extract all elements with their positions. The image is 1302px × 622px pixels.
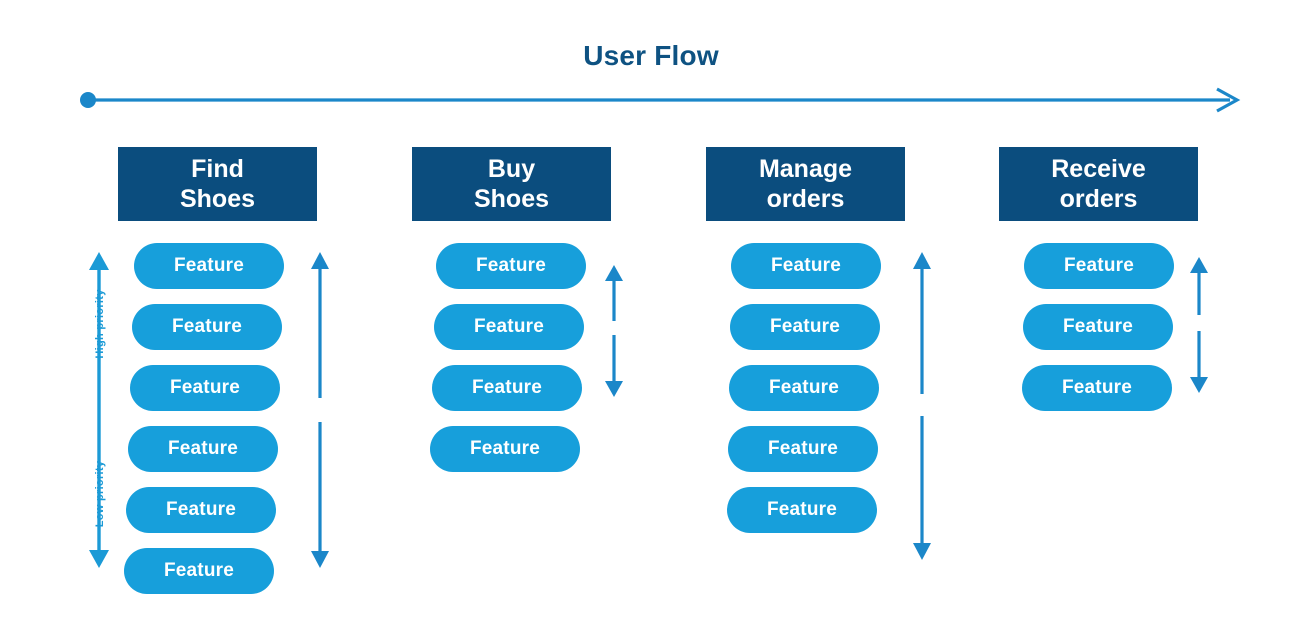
feature-pill-label: Feature [770,255,842,276]
feature-pill-label: Feature [475,255,547,276]
feature-pill[interactable]: Feature [729,365,879,411]
priority-label-high: High priority [94,289,106,359]
stage-header-label: Find Shoes [179,154,256,214]
feature-pill-label: Feature [167,438,239,459]
feature-pill-label: Feature [1063,255,1135,276]
column-range-arrow-manage-orders [906,250,938,562]
feature-pill[interactable]: Feature [128,426,278,472]
page-title: User Flow [583,40,719,71]
feature-pill-label: Feature [169,377,241,398]
stage-header-manage-orders[interactable]: Manage orders [706,147,905,221]
feature-pill[interactable]: Feature [134,243,284,289]
feature-pill-label: Feature [768,377,840,398]
feature-pill[interactable]: Feature [434,304,584,350]
stage-header-receive-orders[interactable]: Receive orders [999,147,1198,221]
feature-pill-label: Feature [173,255,245,276]
user-flow-diagram: User Flow High priority Low priority Fin… [0,0,1302,622]
feature-pill-label: Feature [163,560,235,581]
priority-label-low: Low priority [94,460,106,528]
stage-header-label: Buy Shoes [473,154,550,214]
column-range-arrow-buy-shoes [598,263,630,399]
flow-direction-arrow [80,84,1245,116]
feature-pill[interactable]: Feature [731,243,881,289]
feature-pill[interactable]: Feature [1024,243,1174,289]
feature-pill-label: Feature [766,499,838,520]
feature-pill-label: Feature [171,316,243,337]
stage-header-buy-shoes[interactable]: Buy Shoes [412,147,611,221]
feature-pill-label: Feature [471,377,543,398]
stage-header-label: Receive orders [1051,154,1146,214]
feature-pill-label: Feature [165,499,237,520]
column-range-arrow-receive-orders [1183,255,1215,395]
feature-pill-label: Feature [469,438,541,459]
feature-pill[interactable]: Feature [430,426,580,472]
feature-pill-label: Feature [473,316,545,337]
feature-pill[interactable]: Feature [1022,365,1172,411]
feature-pill[interactable]: Feature [1023,304,1173,350]
priority-axis: High priority Low priority [78,250,120,570]
feature-pill[interactable]: Feature [124,548,274,594]
stage-header-label: Manage orders [758,154,853,214]
stage-header-find-shoes[interactable]: Find Shoes [118,147,317,221]
feature-pill-label: Feature [1062,316,1134,337]
column-range-arrow-find-shoes [304,250,336,570]
feature-pill[interactable]: Feature [728,426,878,472]
feature-pill[interactable]: Feature [727,487,877,533]
feature-pill[interactable]: Feature [126,487,276,533]
feature-pill[interactable]: Feature [436,243,586,289]
feature-pill-label: Feature [767,438,839,459]
feature-pill[interactable]: Feature [432,365,582,411]
feature-pill-label: Feature [769,316,841,337]
feature-pill[interactable]: Feature [730,304,880,350]
feature-pill[interactable]: Feature [130,365,280,411]
feature-pill-label: Feature [1061,377,1133,398]
feature-pill[interactable]: Feature [132,304,282,350]
